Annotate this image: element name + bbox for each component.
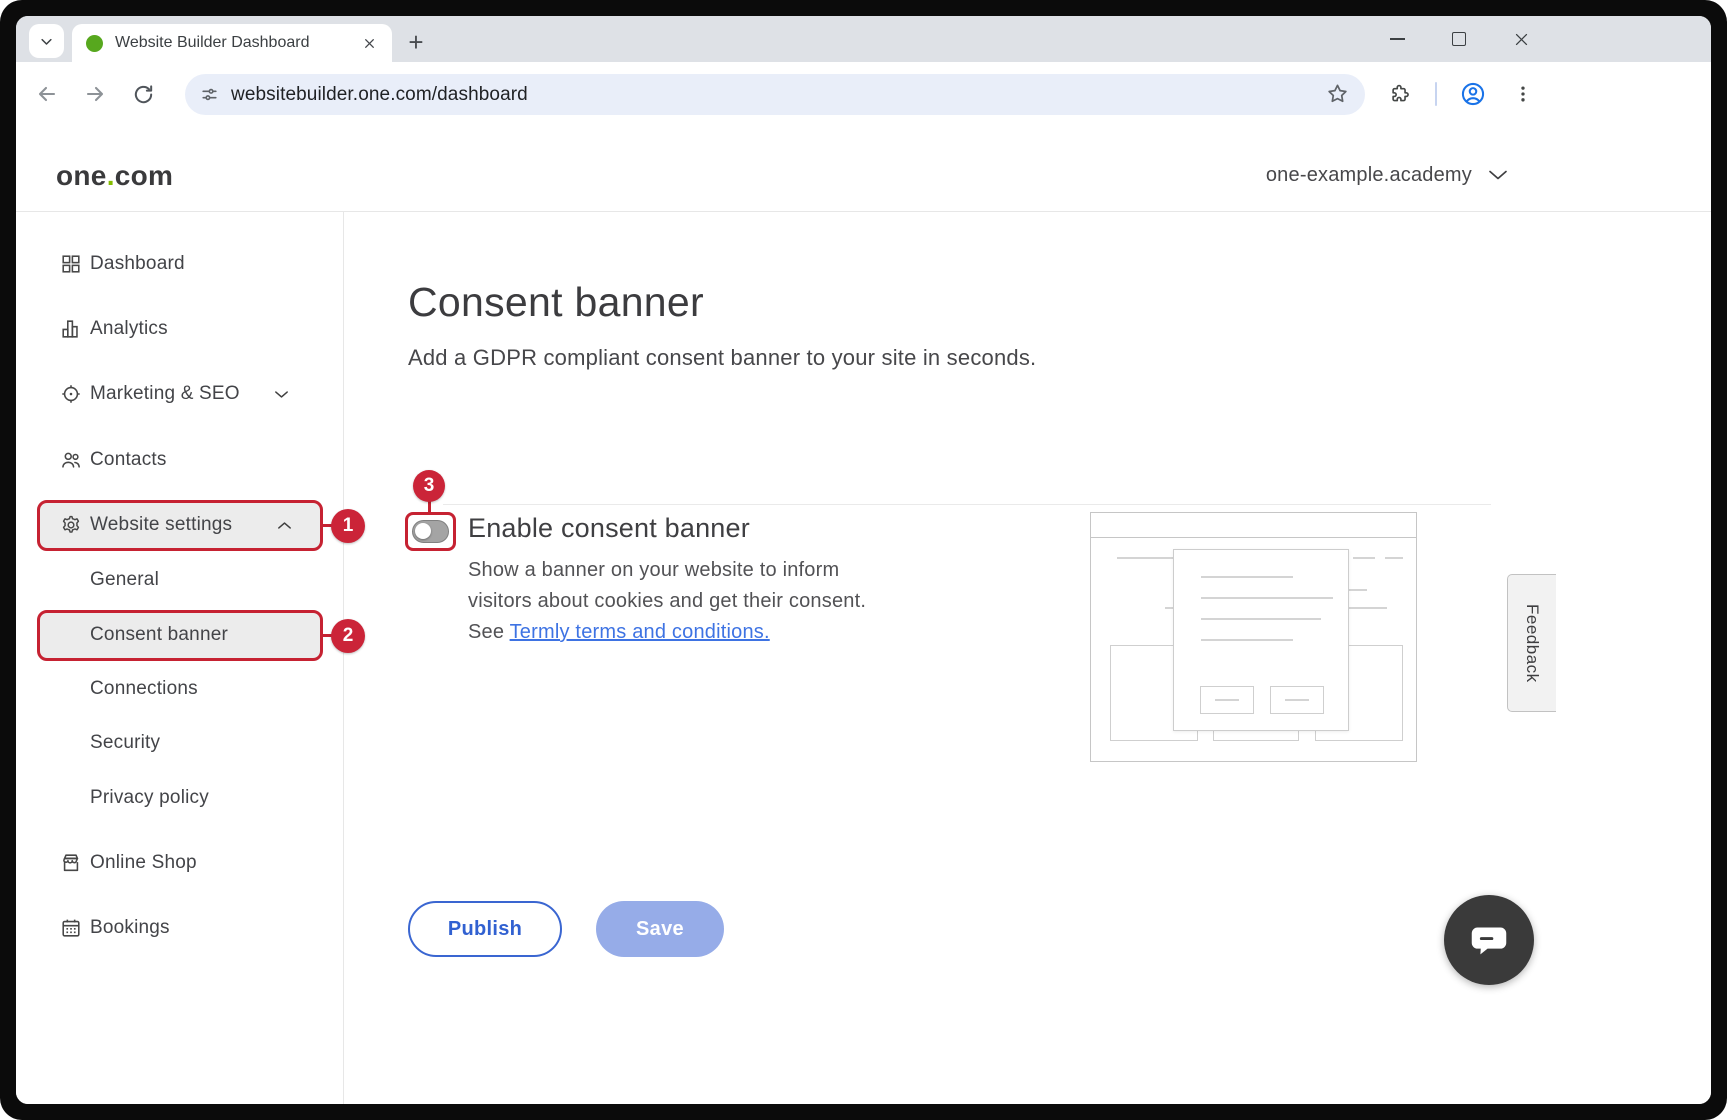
annotation-badge-3: 3 xyxy=(413,470,445,502)
browser-window: Website Builder Dashboard + websitebuild… xyxy=(16,16,1711,1104)
back-arrow-icon xyxy=(35,82,59,106)
tab-close-button[interactable] xyxy=(358,32,380,54)
bookmark-star-icon[interactable] xyxy=(1326,82,1349,110)
reload-button[interactable] xyxy=(120,71,166,117)
sidebar-divider xyxy=(343,212,344,1104)
webpage-content: one.com one-example.academy 1 2 Dashboar… xyxy=(16,127,1711,1104)
setting-description: Show a banner on your website to inform … xyxy=(468,555,878,648)
sidebar-item-marketing-seo[interactable]: Marketing & SEO xyxy=(37,376,323,412)
browser-toolbar: websitebuilder.one.com/dashboard xyxy=(16,62,1711,128)
window-minimize-button[interactable] xyxy=(1374,16,1420,62)
annotation-connector-3 xyxy=(428,501,431,512)
close-icon xyxy=(1513,31,1530,48)
back-button[interactable] xyxy=(24,71,70,117)
sidebar-item-security[interactable]: Security xyxy=(37,725,323,761)
browser-menu-button[interactable] xyxy=(1500,71,1546,117)
publish-button[interactable]: Publish xyxy=(408,901,562,957)
sidebar-item-online-shop[interactable]: Online Shop xyxy=(37,845,323,881)
minimize-icon xyxy=(1390,38,1405,40)
url-text[interactable]: websitebuilder.one.com/dashboard xyxy=(231,84,528,106)
reload-icon xyxy=(132,83,155,106)
toolbar-separator xyxy=(1435,82,1437,106)
page-subtitle: Add a GDPR compliant consent banner to y… xyxy=(408,345,1036,371)
chevron-up-icon xyxy=(276,517,293,534)
forward-button[interactable] xyxy=(72,71,118,117)
chevron-down-icon xyxy=(39,34,54,49)
illustration-button xyxy=(1270,686,1324,714)
extensions-button[interactable] xyxy=(1377,71,1423,117)
illustration-titlebar-divider xyxy=(1091,537,1416,538)
setting-label: Enable consent banner xyxy=(468,513,750,544)
one-com-logo[interactable]: one.com xyxy=(56,157,173,195)
target-icon xyxy=(60,383,82,405)
annotation-badge-1: 1 xyxy=(331,509,365,543)
window-close-button[interactable] xyxy=(1498,16,1544,62)
chevron-down-icon xyxy=(273,386,290,403)
tab-title: Website Builder Dashboard xyxy=(115,34,350,52)
profile-icon xyxy=(1460,81,1486,107)
screenshot-frame: Website Builder Dashboard + websitebuild… xyxy=(0,0,1727,1120)
sidebar-item-website-settings[interactable]: Website settings xyxy=(37,507,323,543)
forward-arrow-icon xyxy=(83,82,107,106)
tab-strip: Website Builder Dashboard + xyxy=(16,16,1711,62)
illustration-consent-modal xyxy=(1173,549,1349,731)
page-title: Consent banner xyxy=(408,279,704,326)
sidebar-item-connections[interactable]: Connections xyxy=(37,671,323,707)
sidebar-item-consent-banner[interactable]: Consent banner xyxy=(37,617,323,653)
annotation-badge-2: 2 xyxy=(331,619,365,653)
address-bar[interactable]: websitebuilder.one.com/dashboard xyxy=(185,74,1365,115)
feedback-tab[interactable]: Feedback xyxy=(1507,574,1556,712)
sidebar-item-contacts[interactable]: Contacts xyxy=(37,442,323,478)
chevron-down-icon xyxy=(1486,163,1510,187)
sidebar-item-dashboard[interactable]: Dashboard xyxy=(37,246,323,282)
window-maximize-button[interactable] xyxy=(1436,16,1482,62)
domain-name: one-example.academy xyxy=(1266,164,1472,187)
close-icon xyxy=(363,37,376,50)
profile-button[interactable] xyxy=(1450,71,1496,117)
chat-widget-button[interactable] xyxy=(1444,895,1534,985)
people-icon xyxy=(60,449,82,471)
toggle-knob xyxy=(415,523,431,539)
domain-selector[interactable]: one-example.academy xyxy=(1266,163,1510,187)
termly-terms-link[interactable]: Termly terms and conditions. xyxy=(510,621,770,643)
site-info-icon[interactable] xyxy=(200,85,219,104)
chat-bubble-icon xyxy=(1466,917,1512,963)
logo-green-dot: . xyxy=(107,160,115,192)
save-button[interactable]: Save xyxy=(596,901,724,957)
sidebar-item-analytics[interactable]: Analytics xyxy=(37,311,323,347)
consent-banner-toggle[interactable] xyxy=(412,520,449,543)
tab-search-button[interactable] xyxy=(29,24,64,58)
site-favicon xyxy=(86,35,103,52)
illustration-button xyxy=(1200,686,1254,714)
storefront-icon xyxy=(60,852,82,874)
new-tab-button[interactable]: + xyxy=(400,26,432,58)
three-dot-menu-icon xyxy=(1513,84,1533,104)
bar-chart-icon xyxy=(60,318,82,340)
consent-banner-illustration xyxy=(1090,512,1417,762)
sidebar-item-general[interactable]: General xyxy=(37,562,323,598)
calendar-icon xyxy=(60,917,82,939)
maximize-icon xyxy=(1452,32,1466,46)
sidebar-item-privacy-policy[interactable]: Privacy policy xyxy=(37,780,323,816)
browser-tab[interactable]: Website Builder Dashboard xyxy=(72,24,392,62)
sidebar-item-bookings[interactable]: Bookings xyxy=(37,910,323,946)
gear-icon xyxy=(60,514,82,536)
section-divider xyxy=(443,504,1491,505)
puzzle-icon xyxy=(1389,83,1411,105)
header-divider xyxy=(16,211,1711,212)
dashboard-grid-icon xyxy=(60,253,82,275)
